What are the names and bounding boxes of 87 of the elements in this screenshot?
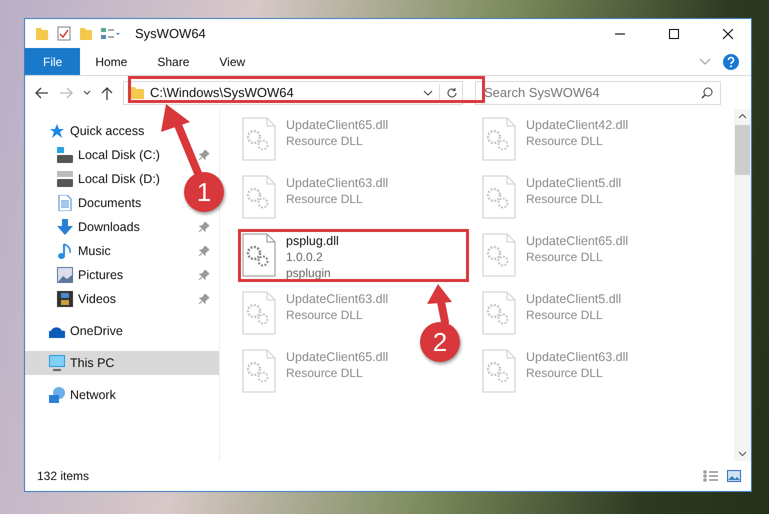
gear-file-icon	[242, 175, 276, 219]
details-view-icon[interactable]	[703, 470, 719, 482]
refresh-icon[interactable]	[446, 86, 458, 98]
file-item[interactable]: psplug.dll 1.0.0.2 psplugin	[242, 233, 339, 281]
file-detail: Resource DLL	[526, 307, 604, 323]
file-name: UpdateClient63.dll	[526, 349, 628, 365]
file-detail: Resource DLL	[286, 191, 364, 207]
nav-item[interactable]: Local Disk (D:)	[57, 171, 160, 187]
ribbon-tab[interactable]: View	[204, 48, 260, 75]
window-title: SysWOW64	[135, 26, 206, 41]
file-detail: Resource DLL	[286, 365, 364, 381]
pin-icon[interactable]	[199, 294, 209, 304]
ribbon-tab[interactable]: File	[25, 48, 80, 75]
music-icon	[57, 243, 73, 259]
drive-icon	[57, 171, 73, 187]
address-field[interactable]: C:\Windows\SysWOW64	[123, 80, 463, 104]
pin-icon[interactable]	[199, 246, 209, 256]
gear-file-icon	[482, 291, 516, 335]
file-detail: Resource DLL	[526, 365, 604, 381]
file-name: psplug.dll	[286, 233, 339, 249]
gear-file-icon	[482, 233, 516, 277]
gear-file-icon	[482, 349, 516, 393]
close-icon	[723, 28, 733, 38]
gear-file-icon	[242, 291, 276, 335]
gear-file-icon	[242, 233, 276, 277]
nav-item[interactable]: Documents	[57, 195, 142, 211]
file-detail: 1.0.0.2	[286, 249, 324, 265]
recent-locations-icon[interactable]	[83, 90, 91, 96]
minimize-icon	[615, 32, 625, 34]
nav-item[interactable]: This PC	[49, 355, 114, 371]
gear-file-icon	[482, 175, 516, 219]
file-detail: Resource DLL	[526, 249, 604, 265]
network-icon	[49, 387, 65, 403]
gear-file-icon	[482, 117, 516, 161]
documents-icon	[57, 195, 73, 211]
scroll-thumb[interactable]	[735, 125, 750, 175]
back-arrow-icon[interactable]	[35, 86, 49, 98]
search-icon[interactable]	[701, 86, 713, 98]
pin-icon[interactable]	[199, 222, 209, 232]
file-name: UpdateClient63.dll	[286, 175, 388, 191]
ribbon-tab[interactable]: Home	[80, 48, 142, 75]
star-icon	[49, 123, 65, 139]
file-name: UpdateClient5.dll	[526, 175, 622, 191]
up-arrow-icon[interactable]	[101, 86, 113, 100]
file-name: UpdateClient65.dll	[526, 233, 628, 249]
file-name: UpdateClient5.dll	[526, 291, 622, 307]
pin-icon[interactable]	[199, 150, 209, 160]
vertical-scrollbar[interactable]	[734, 109, 751, 461]
pin-icon[interactable]	[199, 270, 209, 280]
file-name: UpdateClient63.dll	[286, 291, 388, 307]
file-detail: Resource DLL	[286, 133, 364, 149]
nav-item[interactable]: Network	[49, 387, 116, 403]
file-name: UpdateClient65.dll	[286, 117, 388, 133]
ribbon-tab[interactable]: Share	[142, 48, 204, 75]
scroll-down-icon[interactable]	[738, 451, 747, 457]
nav-item[interactable]: Pictures	[57, 267, 124, 283]
system-drive-icon	[57, 147, 73, 163]
pc-icon	[49, 355, 65, 371]
search-field[interactable]: Search SysWOW64	[475, 80, 721, 104]
gear-file-icon	[242, 117, 276, 161]
pictures-icon	[57, 267, 73, 283]
nav-item[interactable]: Music	[57, 243, 111, 259]
pointer-arrow	[427, 284, 452, 326]
chevron-down-icon[interactable]	[423, 90, 433, 96]
nav-item[interactable]: Local Disk (C:)	[57, 147, 160, 163]
customize-toolbar-icon[interactable]	[101, 28, 121, 40]
nav-item[interactable]: Videos	[57, 291, 116, 307]
help-icon[interactable]	[723, 54, 739, 70]
properties-icon[interactable]	[57, 26, 71, 41]
file-detail: Resource DLL	[526, 191, 604, 207]
nav-item[interactable]: OneDrive	[49, 323, 123, 339]
selection-highlight[interactable]: This PC	[25, 351, 219, 375]
file-detail: psplugin	[286, 265, 332, 281]
gear-file-icon	[242, 349, 276, 393]
file-name: UpdateClient42.dll	[526, 117, 628, 133]
item-count: 132 items	[37, 469, 90, 483]
large-icons-view-icon[interactable]	[727, 470, 741, 482]
folder-icon	[130, 86, 144, 99]
videos-icon	[57, 291, 73, 307]
nav-item[interactable]: Downloads	[57, 219, 140, 235]
maximize-icon	[669, 28, 679, 38]
downloads-icon	[57, 219, 73, 235]
file-detail: Resource DLL	[526, 133, 604, 149]
file-name: UpdateClient65.dll	[286, 349, 388, 365]
file-detail: Resource DLL	[286, 307, 364, 323]
scroll-up-icon[interactable]	[738, 113, 747, 119]
nav-item[interactable]: Quick access	[49, 123, 144, 139]
